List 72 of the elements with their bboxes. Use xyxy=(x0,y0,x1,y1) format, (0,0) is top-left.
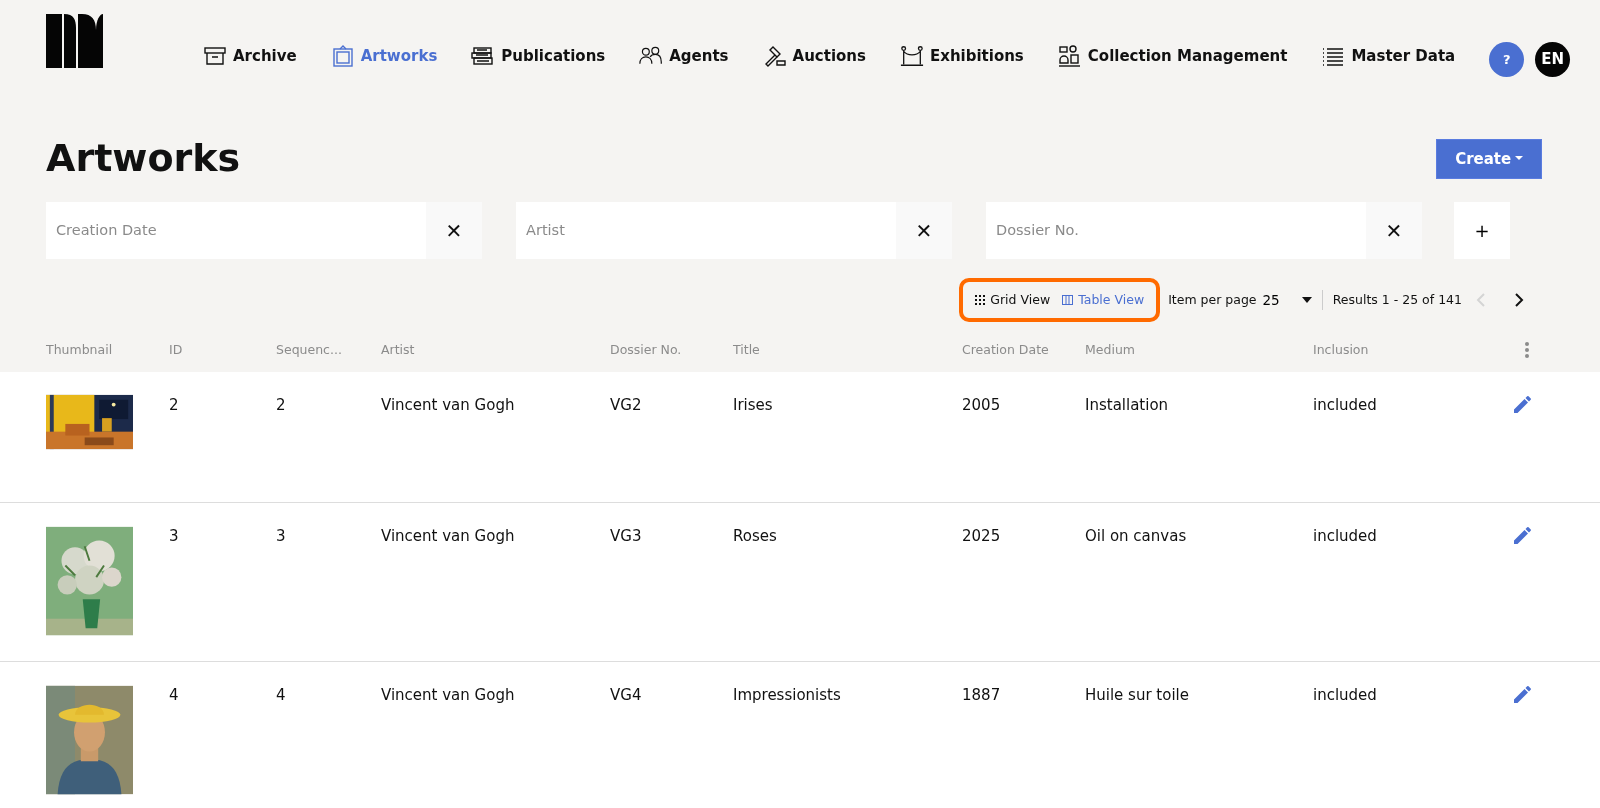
nav-link[interactable]: Archive xyxy=(203,44,297,68)
table-cell-text: Irises xyxy=(733,395,774,416)
language-button[interactable]: EN xyxy=(1535,42,1571,77)
column-header: Inclusion xyxy=(1313,340,1370,359)
filter-field[interactable]: Dossier No. xyxy=(986,202,1366,259)
table-cell-text: Vincent van Gogh xyxy=(381,526,516,547)
shapes-icon xyxy=(1057,44,1082,68)
table-cell-text: included xyxy=(1313,685,1378,706)
caret-icon xyxy=(1301,297,1312,303)
edit-icon[interactable] xyxy=(1513,394,1533,414)
table-cell-text: included xyxy=(1313,526,1378,547)
table-cell-text: 2005 xyxy=(962,395,1002,416)
logo[interactable] xyxy=(46,14,103,68)
grid-icon xyxy=(975,295,986,305)
edit-icon[interactable] xyxy=(1513,684,1533,704)
table-cell-text: 2 xyxy=(169,395,180,416)
column-header: ID xyxy=(169,340,184,359)
table-cell-text: Installation xyxy=(1085,395,1170,416)
table-cell-text: VG4 xyxy=(610,685,643,706)
more-options-icon[interactable] xyxy=(1524,341,1530,359)
clear-button[interactable]: ✕ xyxy=(896,202,952,259)
table-cell-text: 4 xyxy=(276,685,287,706)
per-page-select[interactable]: 25 xyxy=(1256,289,1312,311)
table-cell-text: Oil on canvas xyxy=(1085,526,1188,547)
column-header: Creation Date xyxy=(962,340,1050,359)
table-cell-text: Impressionists xyxy=(733,685,842,706)
table-cell-text: included xyxy=(1313,395,1378,416)
table-cell-text: VG3 xyxy=(610,526,643,547)
table-cell-text: 3 xyxy=(169,526,180,547)
clear-button[interactable]: ✕ xyxy=(1366,202,1422,259)
view-toggle[interactable]: Table View xyxy=(1062,290,1145,310)
nav-link[interactable]: Agents xyxy=(639,44,729,68)
page-title: Artworks xyxy=(46,136,241,182)
filter-field[interactable]: Creation Date xyxy=(46,202,426,259)
table-cell-text: 3 xyxy=(276,526,287,547)
column-header: Thumbnail xyxy=(46,340,114,359)
table-cell-text: Roses xyxy=(733,526,778,547)
add-filter-button[interactable]: + xyxy=(1454,202,1510,259)
column-header: Medium xyxy=(1085,340,1136,359)
nav-link[interactable]: Master Data xyxy=(1321,44,1456,68)
column-header: Dossier No. xyxy=(610,340,683,359)
books-icon xyxy=(471,44,496,68)
chevron-left-icon xyxy=(1476,292,1486,309)
table-cell-text: VG2 xyxy=(610,395,643,416)
view-toggle[interactable]: Grid View xyxy=(975,290,1051,310)
clear-button[interactable]: ✕ xyxy=(426,202,482,259)
nav-link[interactable]: Artworks xyxy=(330,44,438,68)
nav-link[interactable]: Auctions xyxy=(762,44,866,68)
create-button[interactable]: Create xyxy=(1436,138,1542,180)
nav-link[interactable]: Collection Management xyxy=(1057,44,1288,68)
column-header: Title xyxy=(733,340,761,359)
table-cell-text: Huile sur toile xyxy=(1085,685,1190,706)
table-cell-text: 2 xyxy=(276,395,287,416)
column-header: Sequenc... xyxy=(276,340,343,359)
table-cell-text: Vincent van Gogh xyxy=(381,685,516,706)
rope-barrier-icon xyxy=(899,44,924,68)
per-page-label: Item per page xyxy=(1168,290,1257,309)
table-cell-text: 4 xyxy=(169,685,180,706)
nav-link[interactable]: Exhibitions xyxy=(899,44,1024,68)
table-cell-text: 2025 xyxy=(962,526,1002,547)
help-button[interactable]: ? xyxy=(1489,42,1525,77)
table-cell-text: Vincent van Gogh xyxy=(381,395,516,416)
table-cell-text: 1887 xyxy=(962,685,1002,706)
nav-link[interactable]: Publications xyxy=(471,44,606,68)
chevron-right-icon xyxy=(1514,292,1524,309)
picture-frame-icon xyxy=(330,44,355,68)
column-header: Artist xyxy=(381,340,416,359)
results-count: Results 1 - 25 of 141 xyxy=(1332,290,1462,309)
filter-field[interactable]: Artist xyxy=(516,202,896,259)
columns-icon xyxy=(1062,295,1074,305)
edit-icon[interactable] xyxy=(1513,525,1533,545)
archive-box-icon xyxy=(203,44,227,68)
